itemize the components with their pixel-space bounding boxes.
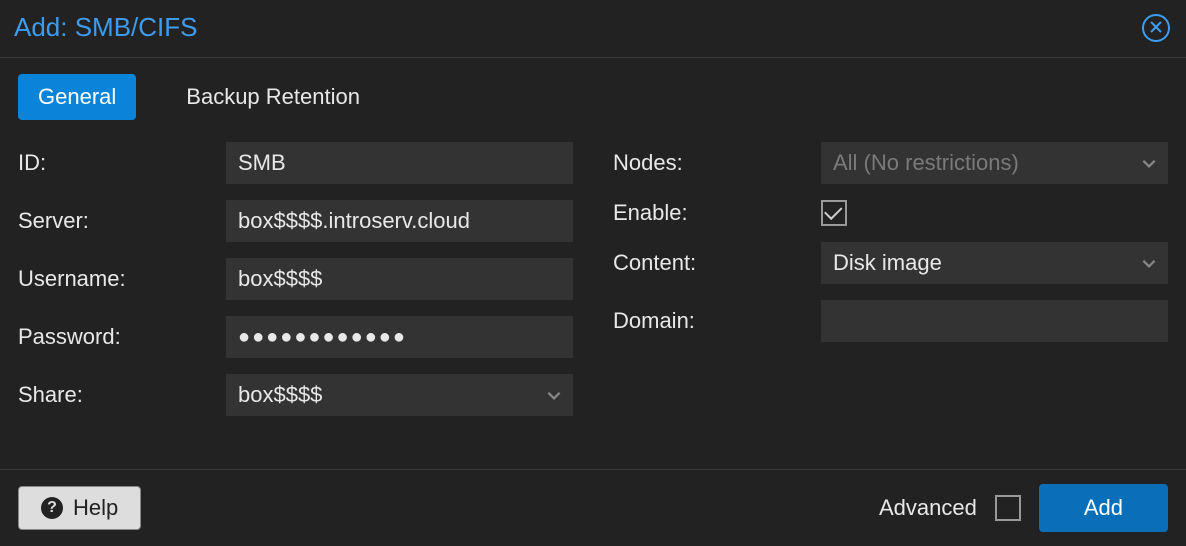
row-content: Content: Disk image (613, 242, 1168, 284)
dialog: Add: SMB/CIFS General Backup Retention I… (0, 0, 1186, 546)
dialog-title: Add: SMB/CIFS (14, 12, 198, 43)
form-column-left: ID: Server: Username: Password: ●●●●●●●●… (18, 142, 573, 459)
close-icon (1149, 16, 1163, 40)
checkbox-advanced[interactable] (995, 495, 1021, 521)
add-button[interactable]: Add (1039, 484, 1168, 532)
input-password[interactable]: ●●●●●●●●●●●● (226, 316, 573, 358)
input-id[interactable] (226, 142, 573, 184)
close-button[interactable] (1142, 14, 1170, 42)
tab-general[interactable]: General (18, 74, 136, 120)
select-content-value: Disk image (833, 250, 942, 276)
tab-backup-retention[interactable]: Backup Retention (166, 74, 380, 120)
label-id: ID: (18, 150, 226, 176)
row-share: Share: box$$$$ (18, 374, 573, 416)
label-domain: Domain: (613, 308, 821, 334)
label-password: Password: (18, 324, 226, 350)
row-server: Server: (18, 200, 573, 242)
row-domain: Domain: (613, 300, 1168, 342)
help-button-label: Help (73, 495, 118, 521)
label-nodes: Nodes: (613, 150, 821, 176)
help-button[interactable]: ? Help (18, 486, 141, 530)
footer: ? Help Advanced Add (0, 470, 1186, 546)
select-content[interactable]: Disk image (821, 242, 1168, 284)
label-share: Share: (18, 382, 226, 408)
chevron-down-icon (545, 386, 563, 404)
input-username[interactable] (226, 258, 573, 300)
row-nodes: Nodes: All (No restrictions) (613, 142, 1168, 184)
help-icon: ? (41, 497, 63, 519)
row-username: Username: (18, 258, 573, 300)
checkbox-enable[interactable] (821, 200, 847, 226)
row-enable: Enable: (613, 200, 1168, 226)
titlebar: Add: SMB/CIFS (0, 0, 1186, 58)
password-mask: ●●●●●●●●●●●● (238, 326, 407, 349)
label-server: Server: (18, 208, 226, 234)
footer-right: Advanced Add (879, 484, 1168, 532)
tab-bar: General Backup Retention (0, 58, 1186, 134)
chevron-down-icon (1140, 254, 1158, 272)
select-share-value: box$$$$ (238, 382, 322, 408)
input-server[interactable] (226, 200, 573, 242)
chevron-down-icon (1140, 154, 1158, 172)
form-column-right: Nodes: All (No restrictions) Enable: Con… (613, 142, 1168, 459)
advanced-label: Advanced (879, 495, 977, 521)
row-id: ID: (18, 142, 573, 184)
label-username: Username: (18, 266, 226, 292)
form-area: ID: Server: Username: Password: ●●●●●●●●… (0, 134, 1186, 470)
label-content: Content: (613, 250, 821, 276)
select-nodes-value: All (No restrictions) (833, 150, 1019, 176)
select-nodes[interactable]: All (No restrictions) (821, 142, 1168, 184)
row-password: Password: ●●●●●●●●●●●● (18, 316, 573, 358)
label-enable: Enable: (613, 200, 821, 226)
input-domain[interactable] (821, 300, 1168, 342)
select-share[interactable]: box$$$$ (226, 374, 573, 416)
